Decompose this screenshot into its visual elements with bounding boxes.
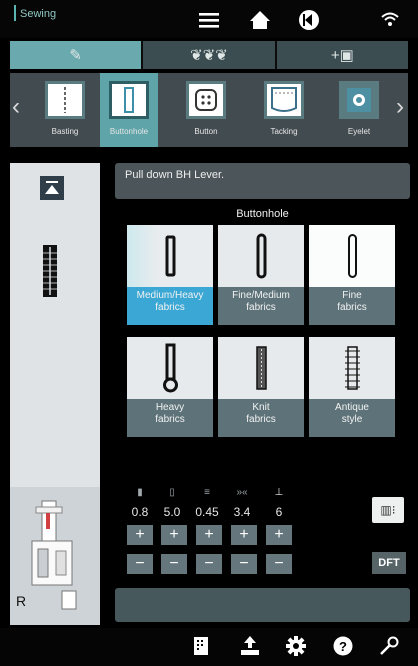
category-buttonhole[interactable]: Buttonhole [100,73,158,147]
foot-pressure-plus-button[interactable]: + [266,525,292,545]
save-upload-icon[interactable] [240,636,260,661]
tension-icon: »« [236,487,248,498]
rounded-buttonhole-icon [256,233,267,279]
stitch-preview [10,163,100,487]
buttonhole-fine-medium-tile[interactable]: Fine/Medium fabrics [218,225,304,325]
foot-pressure-minus-button[interactable]: − [266,554,292,574]
category-label: Button [194,127,218,136]
title-accent [14,5,16,21]
buttonhole-antique-tile[interactable]: Antique style [309,337,395,437]
tacking-icon [264,81,304,119]
stitch-category-strip: ‹ › Basting Buttonhole Button Tacking Ey… [10,73,408,147]
arrow-up-bar-icon [45,181,59,194]
knit-buttonhole-icon [256,346,267,390]
stitch-length-icon: ▯ [169,487,175,498]
tile-label: Fine fabrics [337,290,367,313]
exit-icon[interactable] [298,9,320,37]
tab-decorative-stitches[interactable]: ❦❦❦ [143,41,277,69]
svg-text:?: ? [339,639,347,654]
foot-code-label: R [16,593,27,609]
dft-button[interactable]: DFT [372,552,406,574]
buttonhole-stitch-preview-icon [43,245,57,297]
tab-utility-stitches[interactable]: ✎ [10,41,144,69]
stitch-length-value: 5.0 [163,505,181,519]
chevron-left-icon[interactable]: ‹ [12,93,20,121]
tile-image [218,337,304,399]
tile-image [309,225,395,287]
chevron-right-icon[interactable]: › [396,93,404,121]
message-bar: Pull down BH Lever. [115,163,410,199]
status-field [115,588,410,622]
settings-gear-icon[interactable] [286,636,306,661]
category-label: Eyelet [347,127,371,136]
foot-pressure-icon: ⊥ [274,487,284,498]
category-label: Basting [51,127,79,136]
stitch-length-minus-button[interactable]: − [161,554,187,574]
tile-label: Antique style [335,402,369,425]
program-tab-icon: +▣ [330,47,354,64]
tile-label: Medium/Heavy fabrics [136,290,204,313]
density-minus-button[interactable]: − [196,554,222,574]
buttonhole-fine-tile[interactable]: Fine fabrics [309,225,395,325]
tile-label: Fine/Medium fabrics [232,290,290,313]
help-icon[interactable]: ? [333,636,353,661]
tension-value: 3.4 [233,505,251,519]
category-label: Buttonhole [109,127,149,136]
move-to-top-button[interactable] [40,176,64,200]
tile-image [127,225,213,287]
stitch-option-button[interactable]: ▥⁝ [372,497,404,523]
category-tacking[interactable]: Tacking [255,73,313,147]
stitch-tab-icon: ✎ [69,47,82,64]
buttonhole-icon [109,81,149,119]
tile-image [309,337,395,399]
stitch-edit-icon[interactable] [193,636,209,661]
tile-image [127,337,213,399]
app-title: Sewing [20,8,57,20]
stitch-width-minus-button[interactable]: − [127,554,153,574]
stitch-width-icon: ▮ [137,487,143,498]
home-icon[interactable] [249,9,271,37]
tab-program[interactable]: +▣ [277,41,408,69]
tension-minus-button[interactable]: − [231,554,257,574]
eyelet-icon [339,81,379,119]
category-basting[interactable]: Basting [36,73,94,147]
density-value: 0.45 [195,505,219,519]
density-plus-button[interactable]: + [196,525,222,545]
tile-label: Heavy fabrics [155,402,185,425]
stitch-length-plus-button[interactable]: + [161,525,187,545]
stitch-width-value: 0.8 [131,505,149,519]
tension-plus-button[interactable]: + [231,525,257,545]
stitch-preview-panel: R [10,163,100,625]
keyhole-buttonhole-icon [163,343,178,393]
antique-buttonhole-icon [345,346,360,390]
tile-image [218,225,304,287]
category-button[interactable]: Button [177,73,235,147]
category-tabs: ✎ ❦❦❦ +▣ [10,41,408,69]
button-icon [186,81,226,119]
section-title: Buttonhole [236,208,289,220]
buttonhole-medium-heavy-tile[interactable]: Medium/Heavy fabrics [127,225,213,325]
decorative-tab-icon: ❦❦❦ [190,47,228,64]
density-icon: ≡ [204,487,210,498]
foot-pressure-value: 6 [275,505,283,519]
square-buttonhole-icon [165,235,176,277]
category-label: Tacking [270,127,298,136]
buttonhole-knit-tile[interactable]: Knit fabrics [218,337,304,437]
menu-icon[interactable] [198,11,220,35]
stitch-width-plus-button[interactable]: + [127,525,153,545]
bottom-toolbar [0,628,418,666]
tools-key-icon[interactable] [379,636,399,661]
tile-label: Knit fabrics [246,402,276,425]
category-eyelet[interactable]: Eyelet [330,73,388,147]
buttonhole-heavy-tile[interactable]: Heavy fabrics [127,337,213,437]
buttonhole-foot-icon [31,500,77,610]
wifi-icon [380,10,400,34]
fine-buttonhole-icon [348,234,357,278]
stitch-option-icon: ▥⁝ [380,503,396,517]
basting-icon [45,81,85,119]
